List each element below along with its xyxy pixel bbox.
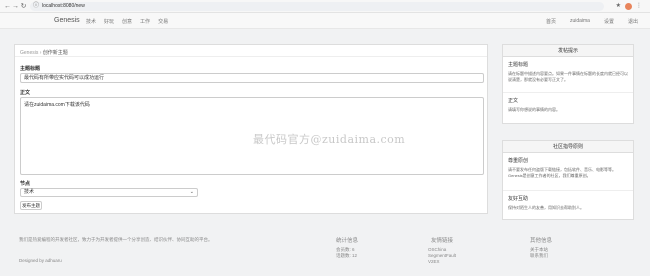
guidelines-panel: 社区指导原则 尊重原创 请不要发布任何盗版下载链接，包括软件、音乐、电影等等。G… xyxy=(502,140,634,220)
new-topic-panel: Genesis › 创作新主题 主题标题 最代码有所带应实代码可以成功运行 正文… xyxy=(14,44,488,214)
guideline-title: 友好互助 xyxy=(508,196,529,202)
address-url[interactable]: localhost:8080/new xyxy=(42,3,85,10)
chevron-down-icon: ⌄ xyxy=(189,189,194,195)
submit-topic-button[interactable]: 发布主题 xyxy=(20,201,42,210)
body-textarea[interactable]: 请在zuidaima.com下载该代码 最代码官方@zuidaima.com xyxy=(20,97,484,175)
guideline-desc: 请不要发布任何盗版下载链接，包括软件、音乐、电影等等。Genesis是创意工作者… xyxy=(508,167,616,178)
profile-avatar-icon[interactable] xyxy=(625,3,632,10)
info-icon[interactable]: ⓘ xyxy=(33,3,39,10)
guideline-title: 尊重原创 xyxy=(508,158,529,164)
nav-username[interactable]: zuidaima xyxy=(570,18,590,25)
nav-link-fun[interactable]: 好玩 xyxy=(104,18,114,25)
title-input[interactable]: 最代码有所带应实代码可以成功运行 xyxy=(20,73,484,83)
nav-links: 技术 好玩 创意 工作 交易 xyxy=(86,18,168,25)
bookmark-star-icon[interactable]: ★ xyxy=(616,3,621,10)
footer-links-title: 友情链接 xyxy=(431,238,454,244)
site-footer: 我们是热爱编程的开发者社区，致力于为开发者提供一个分享创造、结识伙伴、协同互助的… xyxy=(0,230,650,276)
nav-link-trade[interactable]: 交易 xyxy=(158,18,168,25)
posting-tips-panel: 发帖提示 主题标题 请在标题中描述内容要点。如果一件事情在标题的长度内就已经可以… xyxy=(502,44,634,124)
guidelines-header: 社区指导原则 xyxy=(503,141,633,153)
tip-desc: 请填写你想说的事情的内容。 xyxy=(508,107,560,112)
nav-link-work[interactable]: 工作 xyxy=(140,18,150,25)
divider xyxy=(15,56,487,57)
posting-tips-header: 发帖提示 xyxy=(503,45,633,57)
footer-stat-item: 话题数: 12 xyxy=(336,253,358,258)
nav-user-links: 首页 zuidaima 设置 退出 xyxy=(546,18,638,25)
tip-title: 正文 xyxy=(508,98,519,104)
guideline-desc: 保持对陌生人的友善，用知识去帮助别人。 xyxy=(508,205,584,210)
guideline-section: 友好互助 保持对陌生人的友善，用知识去帮助别人。 xyxy=(503,191,633,215)
body-text: 请在zuidaima.com下载该代码 xyxy=(24,102,90,108)
nav-home[interactable]: 首页 xyxy=(546,18,556,25)
footer-intro: 我们是热爱编程的开发者社区，致力于为开发者提供一个分享创造、结识伙伴、协同互助的… xyxy=(19,237,213,242)
footer-friend-links: 友情链接 OSChina SegmentFault V2EX xyxy=(428,236,456,265)
footer-other: 其他信息 关于本站 联系我们 xyxy=(530,236,552,259)
node-select-value: 技术 xyxy=(24,189,35,195)
node-label: 节点 xyxy=(20,181,31,187)
browser-toolbar: ← → ↻ ⓘ localhost:8080/new ★ ⋮ xyxy=(0,0,650,13)
title-label: 主题标题 xyxy=(20,66,41,72)
footer-stats: 统计信息 会员数: 6 话题数: 12 xyxy=(336,236,358,259)
guideline-section: 尊重原创 请不要发布任何盗版下载链接，包括软件、音乐、电影等等。Genesis是… xyxy=(503,153,633,191)
footer-link[interactable]: V2EX xyxy=(428,259,456,265)
footer-contact-link[interactable]: 联系我们 xyxy=(530,253,552,259)
nav-link-idea[interactable]: 创意 xyxy=(122,18,132,25)
nav-settings[interactable]: 设置 xyxy=(604,18,614,25)
footer-stats-title: 统计信息 xyxy=(336,238,359,244)
tip-section: 主题标题 请在标题中描述内容要点。如果一件事情在标题的长度内就已经可以说清楚，那… xyxy=(503,57,633,93)
app-navbar: Genesis 技术 好玩 创意 工作 交易 首页 zuidaima 设置 退出 xyxy=(0,13,650,29)
breadcrumb: Genesis › 创作新主题 xyxy=(20,49,68,56)
footer-designer: Designed by adhuaru xyxy=(19,258,62,263)
nav-link-tech[interactable]: 技术 xyxy=(86,18,96,25)
tip-desc: 请在标题中描述内容要点。如果一件事情在标题的长度内就已经可以说清楚，那就没有必要… xyxy=(508,71,628,82)
node-select[interactable]: 技术 ⌄ xyxy=(20,188,198,197)
watermark: 最代码官方@zuidaima.com xyxy=(253,133,406,146)
tip-section: 正文 请填写你想说的事情的内容。 xyxy=(503,93,633,117)
nav-logout[interactable]: 退出 xyxy=(628,18,638,25)
address-bar[interactable]: ⓘ localhost:8080/new xyxy=(30,2,604,11)
brand-logo[interactable]: Genesis xyxy=(54,17,80,24)
footer-other-title: 其他信息 xyxy=(530,238,553,244)
tip-title: 主题标题 xyxy=(508,62,529,68)
browser-menu-icon[interactable]: ⋮ xyxy=(636,3,642,10)
reload-icon[interactable]: ↻ xyxy=(19,2,28,11)
body-label: 正文 xyxy=(20,90,31,96)
